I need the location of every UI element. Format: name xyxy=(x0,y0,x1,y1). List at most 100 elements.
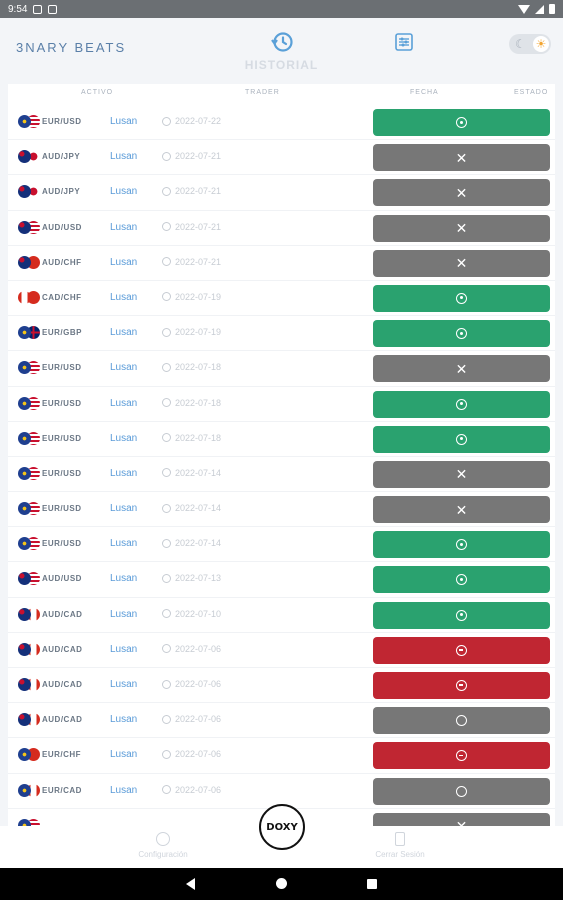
trade-date: 2022-07-21 xyxy=(162,222,221,232)
table-row[interactable]: AUD/USD Lusan 2022-07-21 ✕ xyxy=(8,211,555,246)
trader-name[interactable]: Lusan xyxy=(110,538,137,549)
clock-icon xyxy=(162,257,171,267)
trade-date-text: 2022-07-14 xyxy=(175,467,222,478)
table-row[interactable]: EUR/USD Lusan 2022-07-18 xyxy=(8,422,555,457)
home-fab-button[interactable]: DOXY xyxy=(259,804,305,850)
table-row[interactable]: AUD/CAD Lusan 2022-07-06 xyxy=(8,668,555,704)
trader-name[interactable]: Lusan xyxy=(110,503,137,514)
trader-name[interactable]: Lusan xyxy=(110,785,137,796)
table-row[interactable]: AUD/JPY Lusan 2022-07-21 ✕ xyxy=(8,140,555,176)
status-button[interactable]: ✕ xyxy=(373,179,550,207)
status-button[interactable] xyxy=(373,672,550,699)
table-row[interactable]: EUR/USD Lusan 2022-07-22 xyxy=(8,105,555,141)
system-nav-bar xyxy=(0,868,563,900)
clock-icon xyxy=(162,679,171,689)
table-row[interactable]: AUD/CHF Lusan 2022-07-21 ✕ xyxy=(8,246,555,281)
trader-name[interactable]: Lusan xyxy=(110,679,137,690)
home-icon[interactable] xyxy=(276,878,287,889)
status-button[interactable]: ✕ xyxy=(373,249,550,277)
status-button[interactable] xyxy=(373,390,550,418)
status-button[interactable] xyxy=(373,636,550,664)
status-button[interactable]: ✕ xyxy=(373,144,550,172)
trader-name[interactable]: Lusan xyxy=(110,186,137,197)
table-row[interactable]: EUR/USD Lusan 2022-07-18 xyxy=(8,387,555,422)
status-button[interactable] xyxy=(373,320,550,348)
status-button[interactable] xyxy=(373,109,550,136)
trader-name[interactable]: Lusan xyxy=(110,398,137,409)
currency-flags xyxy=(18,818,40,826)
asset-pair: AUD/CHF xyxy=(42,257,82,267)
table-row[interactable]: AUD/JPY Lusan 2022-07-21 ✕ xyxy=(8,175,555,211)
logout-nav-item[interactable]: Cerrar Sesión xyxy=(365,832,435,859)
clock-icon xyxy=(162,222,171,232)
status-button[interactable] xyxy=(373,777,550,805)
table-row[interactable]: EUR/GBP Lusan 2022-07-19 xyxy=(8,316,555,352)
status-button[interactable]: ✕ xyxy=(373,496,550,524)
trader-name[interactable]: Lusan xyxy=(110,714,137,725)
trader-name[interactable]: Lusan xyxy=(110,644,137,655)
table-row[interactable]: EUR/USD Lusan 2022-07-18 ✕ xyxy=(8,351,555,387)
flag-eu-icon xyxy=(18,502,31,516)
clock-icon xyxy=(162,186,171,196)
trader-name[interactable]: Lusan xyxy=(110,609,137,620)
status-button[interactable] xyxy=(373,531,550,559)
flag-eu-icon xyxy=(18,783,31,797)
trade-date-text: 2022-07-21 xyxy=(175,221,222,232)
trade-date-text: 2022-07-18 xyxy=(175,362,222,373)
trader-name[interactable]: Lusan xyxy=(110,257,137,268)
table-row[interactable]: AUD/USD Lusan 2022-07-13 xyxy=(8,562,555,598)
flag-eu-icon xyxy=(18,431,31,445)
status-button[interactable] xyxy=(373,284,550,312)
trader-name[interactable]: Lusan xyxy=(110,151,137,162)
status-button[interactable] xyxy=(373,601,550,629)
flag-au-icon xyxy=(18,678,31,691)
status-button[interactable] xyxy=(373,566,550,594)
currency-flags xyxy=(18,361,40,375)
trade-date: 2022-07-18 xyxy=(162,362,221,372)
theme-toggle[interactable]: ☾ ☀ xyxy=(509,34,551,54)
trader-name[interactable]: Lusan xyxy=(110,573,137,584)
trader-name[interactable]: Lusan xyxy=(110,749,137,760)
status-button[interactable] xyxy=(373,425,550,453)
trader-name[interactable]: Lusan xyxy=(110,433,137,444)
history-list[interactable]: EUR/USD Lusan 2022-07-22 AUD/JPY Lusan 2022-0… xyxy=(8,105,555,826)
brand-logo: 3NARY BEATS xyxy=(16,40,126,55)
app-header: 3NARY BEATS HISTORIAL ☾ ☀ xyxy=(0,18,563,84)
empty-circle-icon xyxy=(456,715,467,727)
trader-name[interactable]: Lusan xyxy=(110,116,137,127)
status-button[interactable]: ✕ xyxy=(373,812,550,826)
currency-flags xyxy=(18,713,40,727)
trade-date: 2022-07-21 xyxy=(162,257,221,267)
back-icon[interactable] xyxy=(186,878,195,890)
table-row[interactable]: EUR/USD Lusan 2022-07-14 ✕ xyxy=(8,457,555,493)
trade-date: 2022-07-06 xyxy=(162,644,221,654)
recents-icon[interactable] xyxy=(367,879,377,889)
table-row[interactable]: AUD/CAD Lusan 2022-07-06 xyxy=(8,633,555,668)
arrow-circle-icon xyxy=(456,539,467,551)
status-button[interactable] xyxy=(373,742,550,770)
table-row[interactable]: AUD/CAD Lusan 2022-07-10 xyxy=(8,598,555,633)
clock-icon xyxy=(162,433,171,443)
currency-flags xyxy=(18,290,40,304)
history-icon[interactable] xyxy=(270,30,294,54)
config-nav-item[interactable]: Configuración xyxy=(128,832,198,859)
table-row[interactable]: EUR/CHF Lusan 2022-07-06 xyxy=(8,738,555,774)
filter-icon[interactable] xyxy=(394,32,414,52)
status-button[interactable]: ✕ xyxy=(373,355,550,383)
asset-pair: EUR/GBP xyxy=(42,328,82,338)
trade-date-text: 2022-07-21 xyxy=(175,151,222,162)
currency-flags xyxy=(18,185,40,199)
table-row[interactable]: AUD/CAD Lusan 2022-07-06 xyxy=(8,703,555,739)
logout-icon xyxy=(395,832,405,846)
status-button[interactable]: ✕ xyxy=(373,460,550,488)
table-row[interactable]: EUR/USD Lusan 2022-07-14 xyxy=(8,527,555,563)
table-row[interactable]: EUR/USD Lusan 2022-07-14 ✕ xyxy=(8,492,555,528)
trader-name[interactable]: Lusan xyxy=(110,362,137,373)
trader-name[interactable]: Lusan xyxy=(110,292,137,303)
trader-name[interactable]: Lusan xyxy=(110,468,137,479)
status-button[interactable] xyxy=(373,707,550,735)
status-button[interactable]: ✕ xyxy=(373,214,550,242)
table-row[interactable]: CAD/CHF Lusan 2022-07-19 xyxy=(8,281,555,317)
trader-name[interactable]: Lusan xyxy=(110,327,137,338)
trader-name[interactable]: Lusan xyxy=(110,222,137,233)
